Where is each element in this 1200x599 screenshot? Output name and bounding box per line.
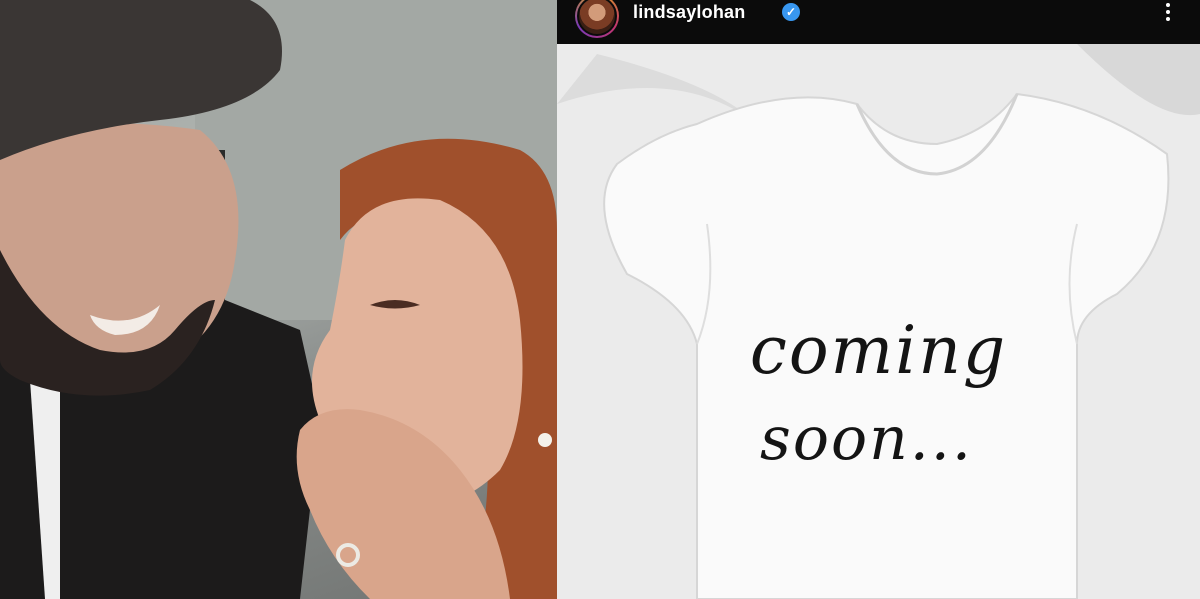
couple-photo-illustration [0, 0, 557, 599]
couple-photo [0, 0, 557, 599]
verified-badge-icon: ✓ [782, 3, 800, 21]
post-header: lindsaylohan ✓ [557, 0, 1200, 44]
onesie-text-line1: coming [749, 312, 1008, 389]
more-options-icon[interactable] [1160, 0, 1176, 24]
more-dot [1166, 10, 1170, 14]
profile-avatar[interactable] [575, 0, 619, 38]
more-dot [1166, 3, 1170, 7]
onesie-text-line2: soon... [760, 404, 973, 474]
instagram-post: lindsaylohan ✓ coming soon... [557, 0, 1200, 599]
avatar-image [577, 0, 617, 36]
pearl-earring [538, 433, 552, 447]
post-image[interactable]: coming soon... [557, 44, 1200, 599]
username[interactable]: lindsaylohan [633, 2, 745, 23]
more-dot [1166, 17, 1170, 21]
